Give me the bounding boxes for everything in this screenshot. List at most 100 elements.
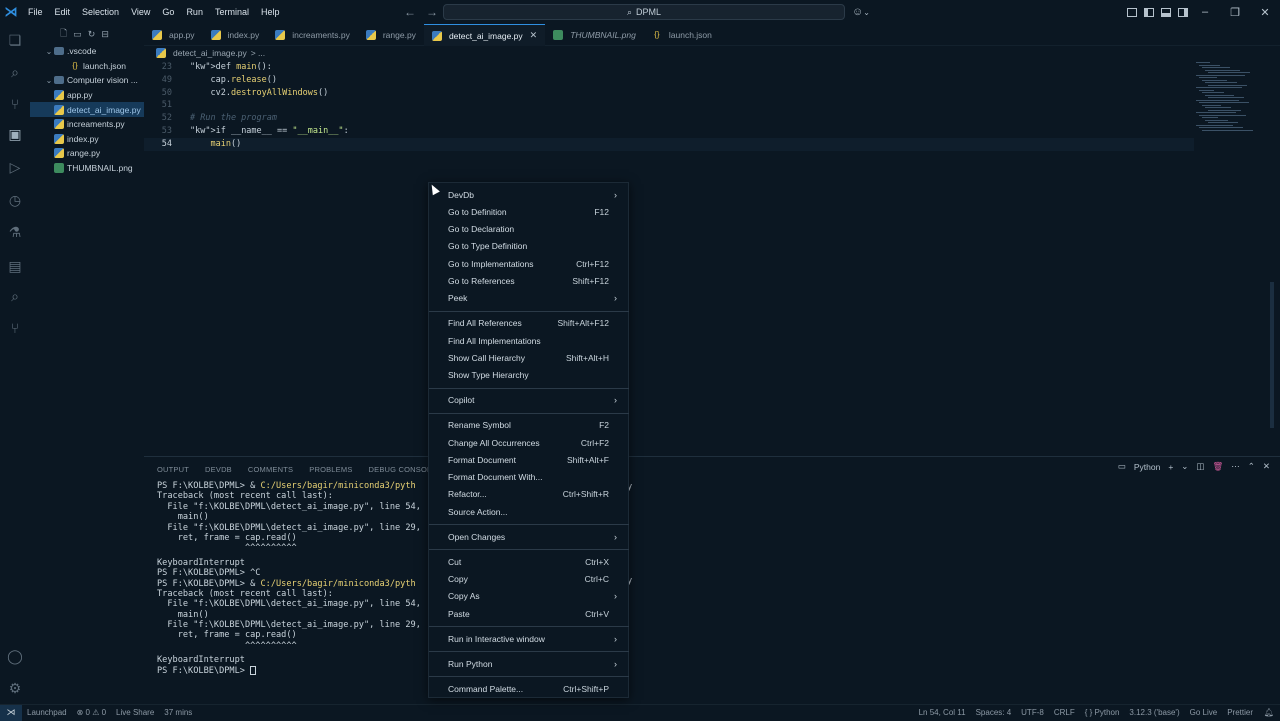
menu-item-format-document[interactable]: Format Document Shift+Alt+F [429,451,629,468]
remote-indicator-icon[interactable]: ⋊ [0,704,22,721]
trash-icon[interactable]: 🗑 [1212,461,1223,472]
menu-item-change-all-occurrences[interactable]: Change All Occurrences Ctrl+F2 [429,434,629,451]
menu-item-view[interactable]: View [125,0,156,24]
settings-gear-icon[interactable]: ⚙ [7,680,23,696]
account-icon[interactable]: ◯ [7,648,23,664]
maximize-panel-icon[interactable]: ⌃ [1248,461,1255,472]
tree-item[interactable]: increaments.py [30,117,144,132]
status-item-right[interactable]: { } Python [1080,708,1125,717]
menu-item-show-call-hierarchy[interactable]: Show Call Hierarchy Shift+Alt+H [429,349,629,366]
tab-index-py[interactable]: index.py [203,24,268,46]
close-icon[interactable]: ✕ [530,30,538,41]
tab-detect-ai-image-py[interactable]: detect_ai_image.py ✕ [423,24,546,46]
menu-item-help[interactable]: Help [255,0,286,24]
tree-item[interactable]: ⌄ .vscode [30,44,144,59]
panel-tab-comments[interactable]: COMMENTS [248,465,293,474]
explorer-icon[interactable]: ❏ [7,32,23,48]
menu-item-paste[interactable]: Paste Ctrl+V [429,605,629,622]
new-folder-icon[interactable]: ▭ [73,29,82,40]
toggle-secondary-sidebar-icon[interactable] [1178,7,1188,17]
refresh-icon[interactable]: ↻ [88,29,96,40]
new-file-icon[interactable]: 🗋 [60,26,67,42]
status-item-left[interactable]: ⊗ 0 ⚠ 0 [72,708,111,717]
status-item-right[interactable]: Go Live [1185,708,1223,717]
tab-thumbnail-png[interactable]: THUMBNAIL.png [545,24,644,46]
menu-item-run-python[interactable]: Run Python › [429,655,629,672]
menu-item-go-to-definition[interactable]: Go to Definition F12 [429,203,629,220]
toggle-panel-icon[interactable] [1161,7,1171,17]
panel-tab-problems[interactable]: PROBLEMS [309,465,352,474]
back-arrow-icon[interactable]: ← [404,5,416,19]
close-icon[interactable]: ✕ [1250,6,1280,19]
menu-item-go-to-declaration[interactable]: Go to Declaration [429,221,629,238]
breadcrumb-rest[interactable]: > ... [251,48,265,58]
toggle-primary-sidebar-icon[interactable] [1144,7,1154,17]
tab-increaments-py[interactable]: increaments.py [267,24,358,46]
customize-layout-icon[interactable] [1127,7,1137,17]
menu-item-source-action[interactable]: Source Action... [429,503,629,520]
menu-item-copy-as[interactable]: Copy As › [429,588,629,605]
collapse-all-icon[interactable]: ⊟ [101,29,109,40]
chevron-down-icon[interactable]: ⌄ [1181,461,1188,472]
close-panel-icon[interactable]: ✕ [1263,461,1270,472]
menu-item-open-changes[interactable]: Open Changes › [429,528,629,545]
panel-tab-output[interactable]: OUTPUT [157,465,189,474]
menu-item-selection[interactable]: Selection [76,0,125,24]
panel-tab-debug-console[interactable]: DEBUG CONSOLE [369,465,437,474]
menu-item-peek[interactable]: Peek › [429,290,629,307]
menu-item-run-in-interactive-window[interactable]: Run in Interactive window › [429,630,629,647]
menu-item-terminal[interactable]: Terminal [209,0,255,24]
menu-item-go-to-implementations[interactable]: Go to Implementations Ctrl+F12 [429,255,629,272]
extensions-icon[interactable]: ▣ [7,126,23,142]
breadcrumb-file[interactable]: detect_ai_image.py [173,48,247,58]
testing-icon[interactable]: ⚗ [7,224,23,240]
menu-item-edit[interactable]: Edit [49,0,77,24]
minimap[interactable] [1196,60,1266,140]
tab-app-py[interactable]: app.py [144,24,203,46]
tree-item[interactable]: THUMBNAIL.png [30,161,144,176]
forward-arrow-icon[interactable]: → [426,5,438,19]
tree-item[interactable]: {} launch.json [30,59,144,74]
menu-item-find-all-implementations[interactable]: Find All Implementations [429,332,629,349]
tree-item[interactable]: index.py [30,132,144,147]
tree-item[interactable]: app.py [30,88,144,103]
menu-item-rename-symbol[interactable]: Rename Symbol F2 [429,417,629,434]
menu-item-devdb[interactable]: DevDb › [429,186,629,203]
menu-item-go[interactable]: Go [156,0,180,24]
menu-item-format-document-with[interactable]: Format Document With... [429,469,629,486]
terminal-output[interactable]: PS F:\KOLBE\DPML> & C:/Users/bagir/minic… [157,481,1257,676]
status-item-right[interactable]: 3.12.3 ('base') [1124,708,1184,717]
menu-item-command-palette[interactable]: Command Palette... Ctrl+Shift+P [429,680,629,697]
notifications-bell-icon[interactable]: 🔔︎ [1264,708,1274,717]
terminal-shell-label[interactable]: Python [1134,462,1160,472]
tree-item[interactable]: ⌄ Computer vision ... [30,73,144,88]
menu-item-find-all-references[interactable]: Find All References Shift+Alt+F12 [429,315,629,332]
tab-launch-json[interactable]: {} launch.json [644,24,720,46]
status-item-right[interactable]: Prettier [1222,708,1258,717]
split-terminal-icon[interactable]: ◫ [1196,461,1204,472]
menu-item-cut[interactable]: Cut Ctrl+X [429,553,629,570]
status-item-right[interactable]: Spaces: 4 [971,708,1017,717]
git-graph-icon[interactable]: ⑂ [7,320,23,336]
copilot-menu[interactable]: ☺ ⌄ [852,0,870,24]
run-debug-icon[interactable]: ▷ [7,159,23,175]
status-item-right[interactable]: Ln 54, Col 11 [914,708,971,717]
status-item-left[interactable]: 37 mins [159,708,197,717]
menu-item-go-to-type-definition[interactable]: Go to Type Definition [429,238,629,255]
menu-item-run[interactable]: Run [180,0,209,24]
status-item-right[interactable]: CRLF [1049,708,1080,717]
tree-item[interactable]: range.py [30,146,144,161]
more-actions-icon[interactable]: ⋯ [1231,461,1240,472]
new-terminal-icon[interactable]: + [1168,462,1173,472]
menu-item-show-type-hierarchy[interactable]: Show Type Hierarchy [429,367,629,384]
editor-scrollbar[interactable] [1270,282,1274,428]
code-editor[interactable]: 23 "kw">def main(): 49 cap.release() 50 cv2… [144,60,1280,456]
remote-explorer-icon[interactable]: ▤ [7,258,23,274]
status-item-right[interactable]: UTF-8 [1016,708,1049,717]
menu-item-copilot[interactable]: Copilot › [429,392,629,409]
search-icon[interactable]: ⌕ [7,64,23,80]
status-item-left[interactable]: Launchpad [22,708,72,717]
menu-item-file[interactable]: File [22,0,49,24]
maximize-icon[interactable]: ❐ [1220,6,1250,19]
search-view-icon[interactable]: ⌕ [7,288,23,304]
